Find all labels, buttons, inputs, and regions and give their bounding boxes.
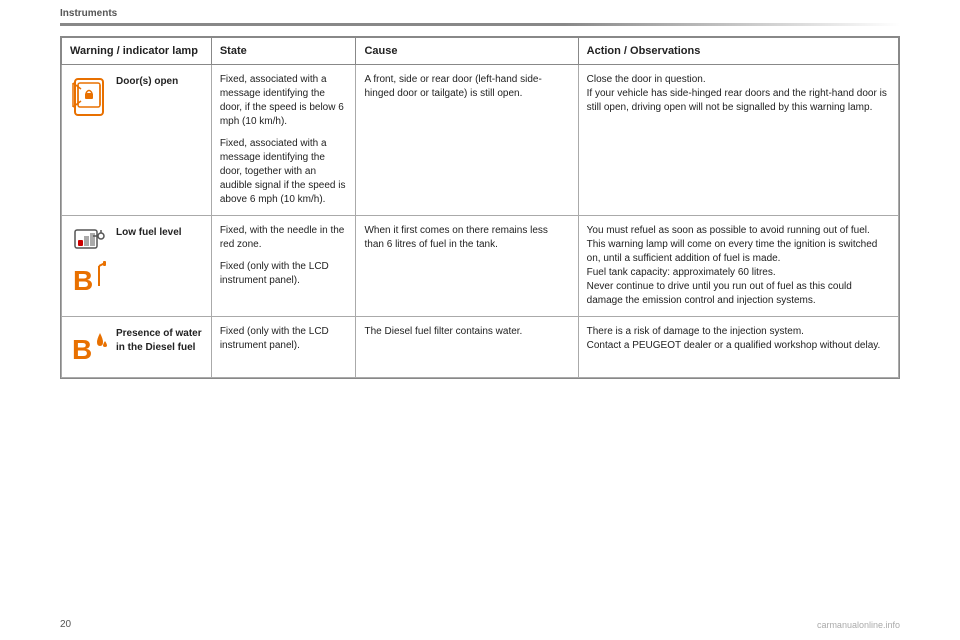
action-text-fuel: You must refuel as soon as possible to a… bbox=[587, 225, 878, 306]
state-fuel-block-1: Fixed, with the needle in the red zone. bbox=[220, 224, 348, 252]
action-cell-fuel: You must refuel as soon as possible to a… bbox=[578, 216, 898, 317]
page-number: 20 bbox=[60, 619, 71, 630]
warning-cell-fuel: B Low fuel level bbox=[62, 216, 212, 317]
warning-cell-diesel: B Presence of water in the Diesel fuel bbox=[62, 317, 212, 378]
page-header: Instruments bbox=[0, 0, 960, 23]
table-row: Door(s) open Fixed, associated with a me… bbox=[62, 65, 899, 216]
header-divider bbox=[60, 23, 900, 26]
col-header-warning: Warning / indicator lamp bbox=[62, 38, 212, 65]
table-row: B Presence of water in the Diesel fuel F bbox=[62, 317, 899, 378]
icon-area-door bbox=[70, 73, 108, 119]
svg-text:B: B bbox=[72, 334, 92, 365]
cause-cell-fuel: When it first comes on there remains les… bbox=[356, 216, 578, 317]
state-cell-diesel: Fixed (only with the LCD instrument pane… bbox=[211, 317, 356, 378]
icon-area-diesel: B bbox=[70, 325, 108, 369]
warning-label-diesel: Presence of water in the Diesel fuel bbox=[116, 325, 203, 355]
cause-cell-doors: A front, side or rear door (left-hand si… bbox=[356, 65, 578, 216]
warning-table: Warning / indicator lamp State Cause Act… bbox=[61, 37, 899, 378]
warning-cell-doors: Door(s) open bbox=[62, 65, 212, 216]
warning-label-doors: Door(s) open bbox=[116, 73, 178, 89]
col-header-action: Action / Observations bbox=[578, 38, 898, 65]
door-open-icon bbox=[71, 75, 107, 119]
main-table-wrapper: Warning / indicator lamp State Cause Act… bbox=[60, 36, 900, 379]
fuel-gauge-icon bbox=[71, 226, 107, 254]
footer-logo: carmanualonline.info bbox=[817, 620, 900, 630]
state-cell-doors: Fixed, associated with a message identif… bbox=[211, 65, 356, 216]
state-block-2: Fixed, associated with a message identif… bbox=[220, 137, 348, 207]
action-text-diesel: There is a risk of damage to the injecti… bbox=[587, 326, 881, 351]
col-header-state: State bbox=[211, 38, 356, 65]
diesel-water-icon: B bbox=[71, 327, 107, 369]
warning-label-fuel: Low fuel level bbox=[116, 224, 182, 240]
svg-text:B: B bbox=[73, 265, 93, 296]
state-fuel-block-2: Fixed (only with the LCD instrument pane… bbox=[220, 260, 348, 288]
fuel-pump-icon: B bbox=[71, 258, 107, 298]
table-row: B Low fuel level Fixed, with the needle bbox=[62, 216, 899, 317]
action-text-doors: Close the door in question. If your vehi… bbox=[587, 74, 887, 113]
state-diesel-block-1: Fixed (only with the LCD instrument pane… bbox=[220, 325, 348, 353]
action-cell-doors: Close the door in question. If your vehi… bbox=[578, 65, 898, 216]
action-cell-diesel: There is a risk of damage to the injecti… bbox=[578, 317, 898, 378]
state-block-1: Fixed, associated with a message identif… bbox=[220, 73, 348, 129]
icon-area-fuel: B bbox=[70, 224, 108, 298]
col-header-cause: Cause bbox=[356, 38, 578, 65]
state-cell-fuel: Fixed, with the needle in the red zone. … bbox=[211, 216, 356, 317]
cause-cell-diesel: The Diesel fuel filter contains water. bbox=[356, 317, 578, 378]
